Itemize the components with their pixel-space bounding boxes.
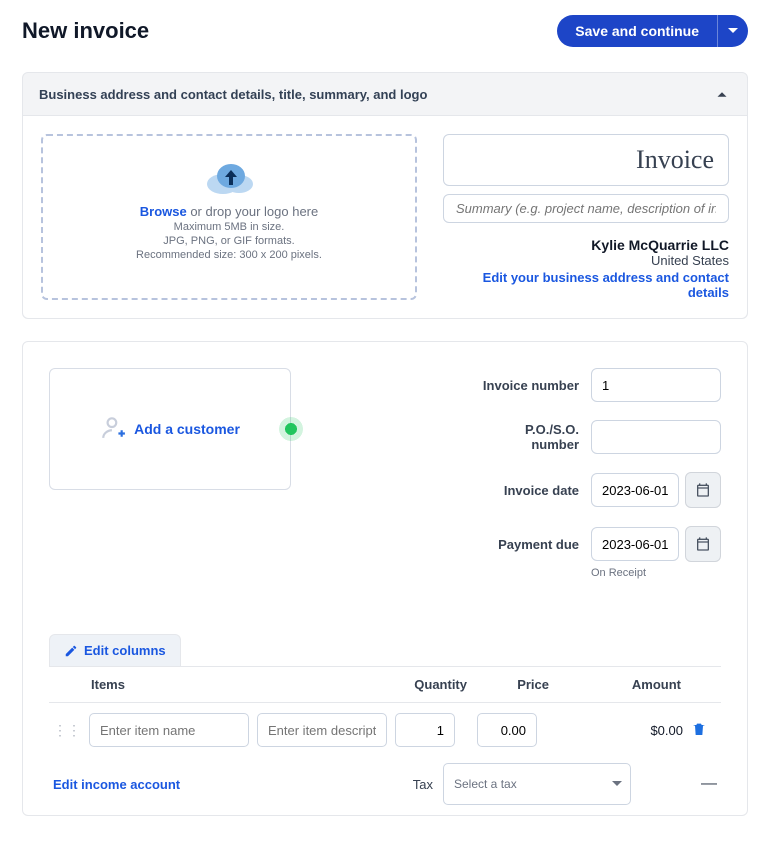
invoice-date-label: Invoice date [311, 483, 579, 498]
invoice-number-label: Invoice number [311, 378, 579, 393]
line-item-row: ⋮⋮ $0.00 [49, 703, 721, 758]
edit-business-link[interactable]: Edit your business address and contact d… [443, 270, 729, 300]
po-number-input[interactable] [591, 420, 721, 454]
business-country: United States [443, 253, 729, 268]
po-number-label: P.O./S.O. number [311, 422, 579, 452]
payment-due-picker-button[interactable] [685, 526, 721, 562]
dropzone-hint-3: Recommended size: 300 x 200 pixels. [59, 249, 399, 261]
chevron-up-icon [713, 85, 731, 103]
col-price: Price [473, 667, 555, 703]
dropzone-hint-2: JPG, PNG, or GIF formats. [59, 235, 399, 247]
payment-due-input[interactable] [591, 527, 679, 561]
tax-label: Tax [413, 777, 433, 792]
edit-columns-label: Edit columns [84, 643, 166, 658]
calendar-icon [695, 536, 711, 552]
business-details-card: Business address and contact details, ti… [22, 72, 748, 319]
col-quantity: Quantity [391, 667, 473, 703]
dropzone-hint-1: Maximum 5MB in size. [59, 221, 399, 233]
pulse-indicator-icon [279, 417, 303, 441]
pencil-icon [64, 644, 78, 658]
delete-row-button[interactable] [687, 703, 721, 758]
tax-amount: — [701, 775, 717, 793]
invoice-meta: Invoice number P.O./S.O. number Invoice … [311, 368, 721, 580]
logo-dropzone[interactable]: Browse or drop your logo here Maximum 5M… [41, 134, 417, 300]
invoice-date-input[interactable] [591, 473, 679, 507]
add-customer-box[interactable]: Add a customer [49, 368, 291, 490]
save-more-dropdown[interactable] [717, 15, 748, 47]
accordion-header[interactable]: Business address and contact details, ti… [23, 73, 747, 115]
item-name-input[interactable] [89, 713, 249, 747]
invoice-date-picker-button[interactable] [685, 472, 721, 508]
trash-icon [691, 721, 707, 737]
business-name: Kylie McQuarrie LLC [443, 237, 729, 253]
line-items-table: Items Quantity Price Amount ⋮⋮ $0.00 [49, 667, 721, 757]
browse-link[interactable]: Browse [140, 204, 187, 219]
col-amount: Amount [555, 667, 687, 703]
item-price-input[interactable] [477, 713, 537, 747]
col-items: Items [85, 667, 253, 703]
add-customer-icon [100, 414, 126, 445]
payment-due-label: Payment due [311, 537, 579, 552]
payment-due-sublabel: On Receipt [591, 567, 721, 579]
item-quantity-input[interactable] [395, 713, 455, 747]
edit-columns-tab[interactable]: Edit columns [49, 634, 181, 666]
invoice-body-card: Add a customer Invoice number P.O./S.O. … [22, 341, 748, 816]
item-amount: $0.00 [555, 703, 687, 758]
save-continue-button[interactable]: Save and continue [557, 15, 717, 47]
dropzone-text: or drop your logo here [187, 204, 319, 219]
drag-handle[interactable]: ⋮⋮ [49, 703, 85, 758]
upload-cloud-icon [201, 156, 257, 196]
save-button-group: Save and continue [557, 15, 748, 47]
caret-down-icon [612, 779, 622, 789]
tax-select-value: Select a tax [454, 777, 517, 791]
tax-select[interactable]: Select a tax [443, 763, 631, 805]
invoice-number-input[interactable] [591, 368, 721, 402]
invoice-title-input[interactable] [443, 134, 729, 186]
accordion-title: Business address and contact details, ti… [39, 87, 427, 102]
page-title: New invoice [22, 18, 149, 44]
edit-income-account-link[interactable]: Edit income account [53, 777, 180, 792]
caret-down-icon [728, 26, 738, 36]
invoice-summary-input[interactable] [443, 194, 729, 223]
add-customer-label: Add a customer [134, 421, 240, 437]
calendar-icon [695, 482, 711, 498]
item-description-input[interactable] [257, 713, 387, 747]
